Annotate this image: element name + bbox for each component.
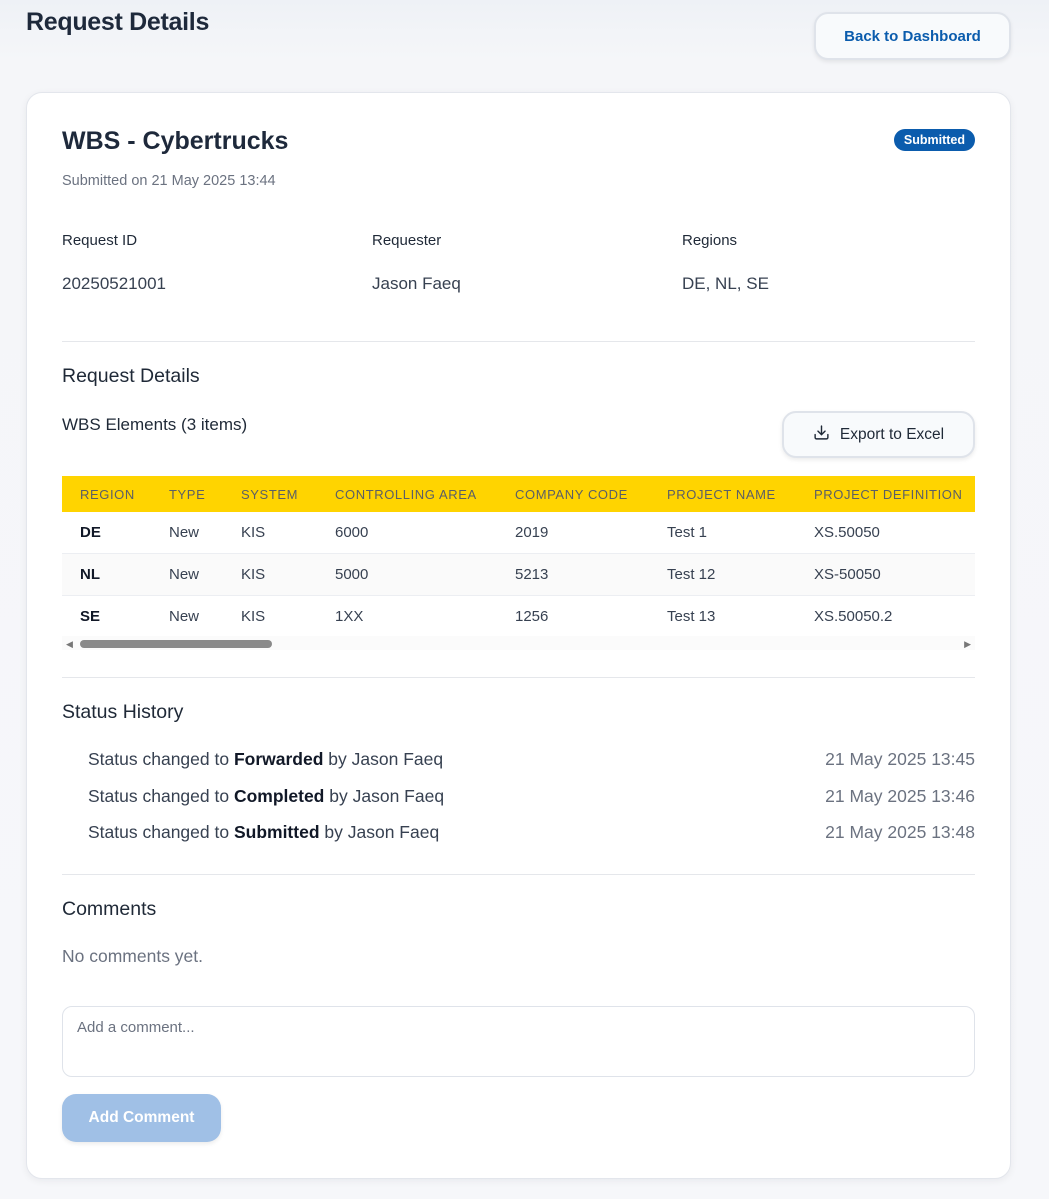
column-header: PROJECT DEFINITION: [814, 486, 963, 502]
table-row: DE New KIS 6000 2019 Test 1 XS.50050: [62, 512, 975, 554]
history-by: by: [329, 786, 348, 806]
column-header: CONTROLLING AREA: [335, 486, 477, 502]
table-row: SE New KIS 1XX 1256 Test 13 XS.50050.2: [62, 595, 975, 637]
history-entry: Status changed to Forwarded by Jason Fae…: [88, 749, 443, 770]
regions-value: DE, NL, SE: [682, 274, 769, 293]
history-by: by: [328, 749, 347, 769]
divider: [62, 677, 975, 678]
table-cell: 1256: [515, 607, 549, 625]
request-card: WBS - Cybertrucks Submitted Submitted on…: [26, 92, 1011, 1179]
history-time: 21 May 2025 13:45: [825, 749, 975, 769]
column-header: REGION: [80, 486, 135, 502]
history-user: Jason Faeq: [347, 822, 440, 842]
table-cell: KIS: [223, 553, 317, 596]
request-id-label: Request ID: [62, 232, 138, 249]
scroll-left-icon[interactable]: ◀: [66, 639, 73, 650]
request-details-heading: Request Details: [62, 365, 200, 387]
table-cell: XS.50050: [796, 512, 975, 554]
table-cell: KIS: [223, 512, 317, 554]
add-comment-button[interactable]: Add Comment: [62, 1094, 221, 1142]
export-label: Export to Excel: [839, 425, 945, 443]
history-prefix: Status changed to: [88, 749, 230, 769]
history-entry: Status changed to Submitted by Jason Fae…: [88, 822, 439, 843]
table-cell: NL: [62, 553, 151, 596]
request-title: WBS - Cybertrucks: [62, 127, 289, 155]
table-cell: 2019: [497, 512, 649, 554]
wbs-elements-count: WBS Elements (3 items): [62, 415, 248, 434]
wbs-table: REGION TYPE SYSTEM CONTROLLING AREA COMP…: [62, 476, 975, 637]
history-time: 21 May 2025 13:46: [825, 786, 975, 806]
horizontal-scrollbar[interactable]: ◀ ▶: [62, 636, 975, 650]
export-to-excel-button[interactable]: Export to Excel: [782, 411, 975, 458]
table-header-row: REGION TYPE SYSTEM CONTROLLING AREA COMP…: [62, 476, 975, 512]
download-icon: [813, 424, 830, 446]
history-status: Completed: [233, 786, 325, 806]
requester-value: Jason Faeq: [372, 274, 461, 293]
table-cell: New: [151, 512, 223, 554]
history-status: Submitted: [233, 822, 320, 842]
comments-heading: Comments: [62, 898, 157, 920]
status-badge: Submitted: [893, 129, 975, 151]
table-cell: 1XX: [335, 607, 364, 625]
divider: [62, 341, 975, 342]
regions-label: Regions: [682, 232, 738, 249]
table-cell: XS-50050: [796, 553, 975, 596]
table-cell: SE: [80, 607, 101, 625]
table-cell: Test 12: [649, 553, 796, 596]
comment-input[interactable]: [62, 1006, 975, 1077]
requester-label: Requester: [372, 232, 442, 249]
history-prefix: Status changed to: [88, 786, 230, 806]
table-row: NL New KIS 5000 5213 Test 12 XS-50050: [62, 553, 975, 596]
table-cell: Test 1: [649, 512, 796, 554]
back-to-dashboard-button[interactable]: Back to Dashboard: [814, 12, 1011, 60]
history-by: by: [324, 822, 343, 842]
table-cell: Test 13: [667, 607, 716, 625]
history-user: Jason Faeq: [351, 749, 444, 769]
divider: [62, 874, 975, 875]
history-user: Jason Faeq: [352, 786, 445, 806]
history-entry: Status changed to Completed by Jason Fae…: [88, 786, 444, 807]
table-cell: 6000: [317, 512, 497, 554]
column-header: TYPE: [169, 486, 206, 502]
request-id-value: 20250521001: [62, 274, 167, 293]
table-cell: 5000: [317, 553, 497, 596]
scroll-right-icon[interactable]: ▶: [964, 639, 971, 650]
table-cell: XS.50050.2: [814, 607, 893, 625]
history-status: Forwarded: [233, 749, 324, 769]
column-header: SYSTEM: [241, 486, 299, 502]
column-header: COMPANY CODE: [515, 486, 628, 502]
table-cell: New: [151, 553, 223, 596]
submitted-on: Submitted on 21 May 2025 13:44: [62, 173, 276, 189]
history-prefix: Status changed to: [88, 822, 230, 842]
history-time: 21 May 2025 13:48: [825, 822, 975, 842]
wbs-table-container: REGION TYPE SYSTEM CONTROLLING AREA COMP…: [62, 476, 975, 654]
status-history-heading: Status History: [62, 701, 184, 723]
table-cell: New: [169, 607, 200, 625]
table-cell: KIS: [241, 607, 266, 625]
column-header: PROJECT NAME: [667, 486, 776, 502]
no-comments-text: No comments yet.: [62, 946, 204, 966]
table-cell: 5213: [497, 553, 649, 596]
table-cell: DE: [62, 512, 151, 554]
page-title: Request Details: [26, 8, 210, 36]
scrollbar-thumb[interactable]: [80, 640, 272, 648]
